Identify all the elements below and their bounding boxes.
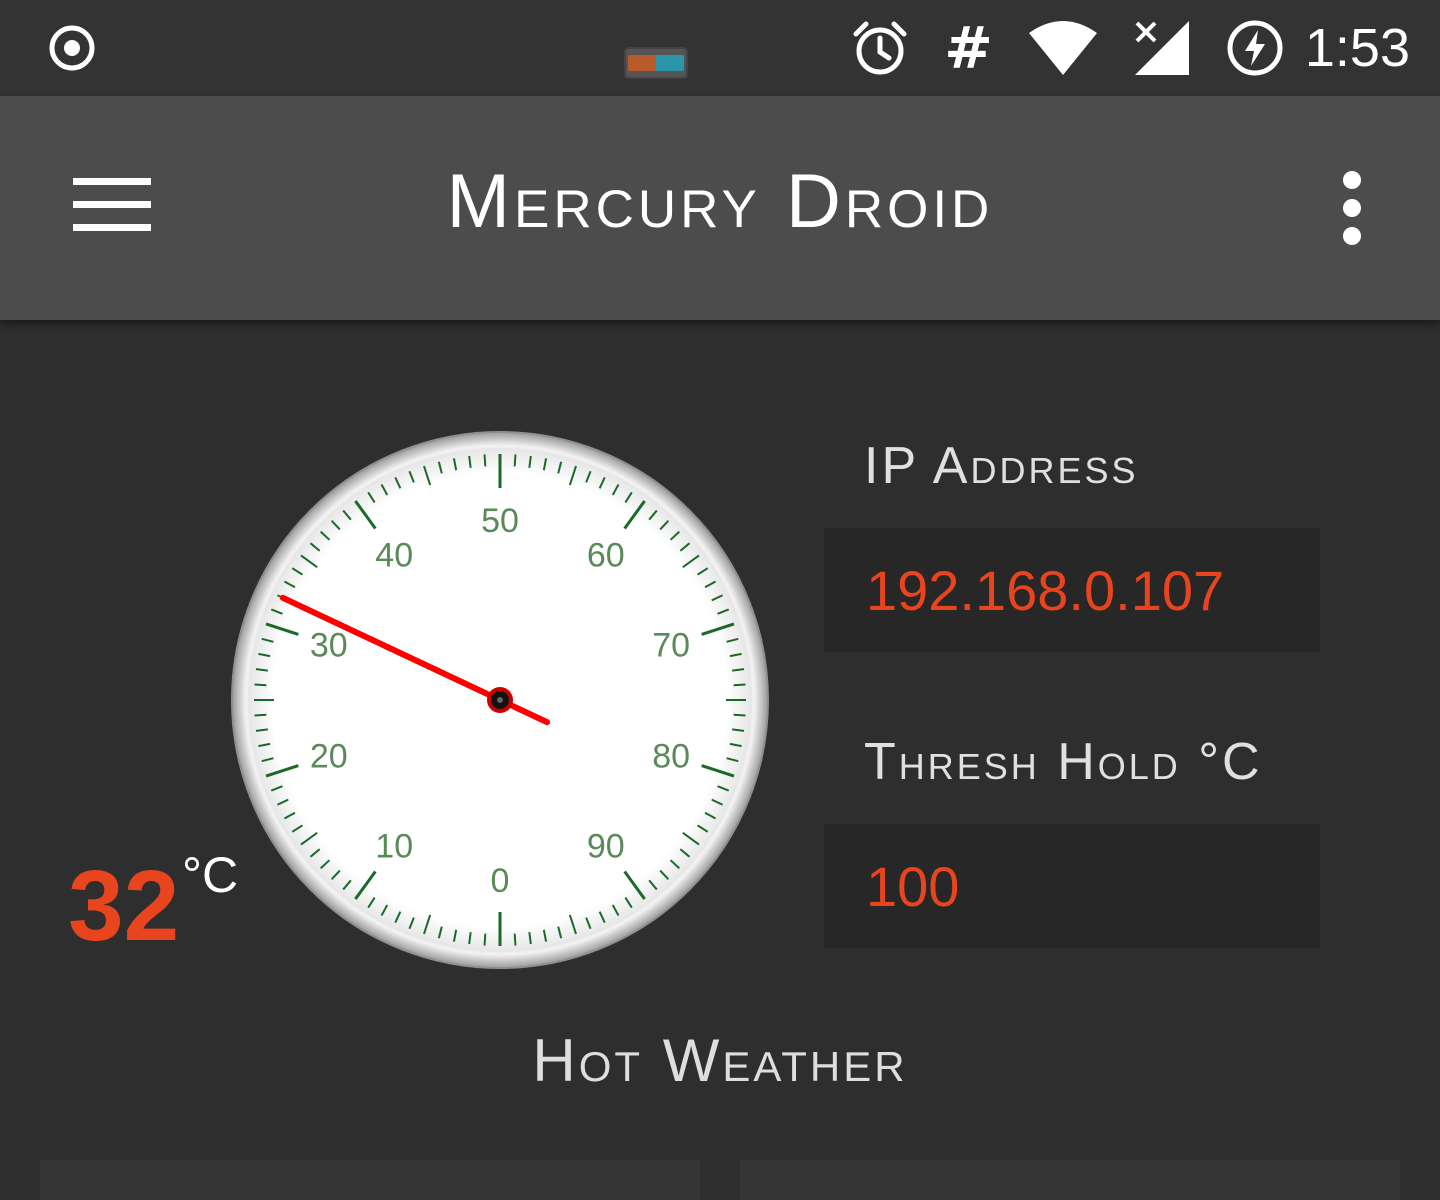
battery-charging-icon (1227, 20, 1283, 76)
gauge-minor-tick (483, 933, 487, 946)
threshold-value: 100 (866, 854, 960, 918)
gauge-minor-tick (733, 713, 746, 717)
ip-address-value: 192.168.0.107 (866, 558, 1225, 622)
app-bar: Mercury Droid (0, 96, 1440, 320)
status-bar: # 1:53 (0, 0, 1440, 96)
hash-icon: # (944, 14, 993, 82)
gauge-label: 10 (375, 828, 413, 866)
threshold-label: Thresh Hold °C (864, 733, 1263, 791)
status-left (46, 0, 98, 96)
gauge-label: 70 (652, 626, 690, 664)
gauge-label: 40 (375, 536, 413, 574)
temperature-value: 32 (68, 850, 180, 962)
overflow-dots-icon (1343, 171, 1361, 245)
gauge-minor-tick (513, 454, 517, 467)
gauge-label: 90 (587, 828, 625, 866)
gauge-label: 50 (481, 502, 519, 540)
no-signal-icon (1134, 21, 1189, 75)
wifi-icon (1028, 21, 1097, 75)
status-right: # 1:53 (850, 0, 1410, 96)
overflow-menu-button[interactable] (1322, 166, 1382, 250)
gauge-label: 60 (587, 536, 625, 574)
gauge-label: 80 (652, 738, 690, 776)
bottom-card-left[interactable] (40, 1160, 700, 1200)
gauge-minor-tick (733, 683, 746, 687)
status-time: 1:53 (1304, 18, 1410, 78)
gauge-minor-tick (254, 713, 267, 717)
gauge-minor-tick (513, 933, 517, 946)
alarm-icon (853, 21, 907, 75)
battery-widget-icon (624, 47, 688, 79)
ip-address-field[interactable]: 192.168.0.107 (824, 528, 1320, 652)
gauge-minor-tick (254, 683, 267, 687)
gauge-label: 30 (310, 626, 348, 664)
gauge-minor-tick (483, 454, 487, 467)
gauge-label: 20 (310, 738, 348, 776)
temperature-unit: °C (182, 847, 239, 903)
weather-status: Hot Weather (532, 1027, 908, 1094)
app-title: Mercury Droid (446, 159, 994, 244)
gauge-label: 0 (491, 862, 510, 900)
threshold-field[interactable]: 100 (824, 824, 1320, 948)
bottom-card-right[interactable] (740, 1160, 1400, 1200)
temperature-gauge: 0 10 20 30 40 50 60 70 80 90 (230, 430, 770, 970)
target-icon (49, 25, 95, 71)
ip-address-label: IP Address (864, 437, 1139, 495)
